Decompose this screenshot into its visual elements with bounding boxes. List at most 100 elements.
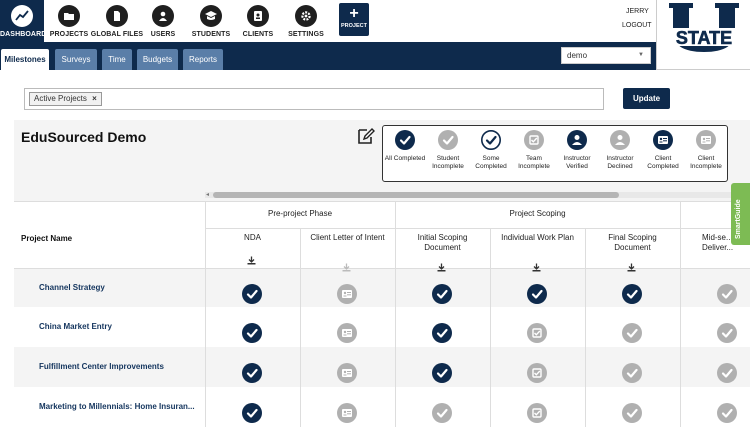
tab-time[interactable]: Time bbox=[102, 49, 132, 70]
milestone-status-complete-icon[interactable] bbox=[622, 284, 642, 304]
project-filter-input[interactable]: Active Projects × bbox=[24, 88, 604, 110]
smartguide-tab[interactable]: SmartGuide bbox=[731, 183, 750, 245]
table-divider bbox=[205, 228, 735, 229]
column-header: Individual Work Plan bbox=[501, 233, 574, 242]
milestone-status-incomplete-icon[interactable] bbox=[717, 363, 737, 383]
legend-label: Team Incomplete bbox=[518, 155, 550, 170]
download-icon[interactable] bbox=[627, 259, 636, 272]
table-divider bbox=[395, 201, 396, 427]
milestone-status-complete-icon[interactable] bbox=[527, 284, 547, 304]
table-divider bbox=[205, 201, 206, 427]
legend-complete-icon bbox=[395, 130, 415, 150]
nav-settings[interactable]: SETTINGS bbox=[277, 0, 335, 42]
folder-icon bbox=[58, 5, 80, 27]
horizontal-scrollbar-thumb[interactable] bbox=[213, 192, 619, 198]
milestone-status-complete-icon[interactable] bbox=[242, 284, 262, 304]
milestone-status-team-icon[interactable] bbox=[527, 363, 547, 383]
legend-inst-declined-icon bbox=[610, 130, 630, 150]
legend-item-inst-declined: Instructor Declined bbox=[598, 130, 642, 171]
app-root: DASHBOARD PROJECTS GLOBAL FILES USERS ST… bbox=[0, 0, 750, 427]
milestone-status-team-icon[interactable] bbox=[527, 403, 547, 423]
milestone-status-complete-icon[interactable] bbox=[242, 363, 262, 383]
legend-item-some: Some Completed bbox=[469, 130, 513, 171]
milestone-status-complete-icon[interactable] bbox=[432, 363, 452, 383]
column-header: Final Scoping Document bbox=[608, 233, 657, 252]
user-name[interactable]: JERRY bbox=[626, 8, 649, 15]
download-icon[interactable] bbox=[437, 259, 446, 272]
milestone-status-client-incomplete-icon[interactable] bbox=[337, 363, 357, 383]
legend-label: Instructor Declined bbox=[606, 155, 634, 170]
table-divider bbox=[585, 228, 586, 427]
update-button[interactable]: Update bbox=[623, 88, 670, 109]
legend-client-complete-icon bbox=[653, 130, 673, 150]
legend-label: Client Completed bbox=[647, 155, 679, 170]
milestone-status-complete-icon[interactable] bbox=[242, 323, 262, 343]
milestone-status-client-incomplete-icon[interactable] bbox=[337, 403, 357, 423]
milestone-status-incomplete-icon[interactable] bbox=[622, 403, 642, 423]
legend-item-client-incomplete: Client Incomplete bbox=[684, 130, 728, 171]
milestone-status-incomplete-icon[interactable] bbox=[432, 403, 452, 423]
project-name-link[interactable]: Fulfillment Center Improvements bbox=[39, 362, 164, 371]
tab-bar: Milestones Surveys Time Budgets Reports … bbox=[0, 42, 656, 70]
organization-select[interactable]: demo ▼ bbox=[561, 47, 651, 64]
tab-reports[interactable]: Reports bbox=[183, 49, 223, 70]
scroll-left-icon[interactable]: ◂ bbox=[206, 191, 209, 198]
legend-item-incomplete: Student Incomplete bbox=[426, 130, 470, 171]
legend-item-complete: All Completed bbox=[383, 130, 427, 163]
legend-label: Student Incomplete bbox=[432, 155, 464, 170]
chip-remove-icon[interactable]: × bbox=[92, 94, 97, 103]
filter-chip: Active Projects × bbox=[29, 92, 102, 106]
legend-incomplete-icon bbox=[438, 130, 458, 150]
badge-icon bbox=[247, 5, 269, 27]
table-divider bbox=[490, 228, 491, 427]
project-name-link[interactable]: Channel Strategy bbox=[39, 283, 105, 292]
project-name-link[interactable]: China Market Entry bbox=[39, 322, 112, 331]
milestone-status-incomplete-icon[interactable] bbox=[717, 323, 737, 343]
top-navigation: DASHBOARD PROJECTS GLOBAL FILES USERS ST… bbox=[0, 0, 656, 42]
status-legend: All Completed Student Incomplete Some Comp… bbox=[382, 125, 728, 182]
nav-dashboard[interactable]: DASHBOARD bbox=[0, 0, 47, 42]
tab-milestones[interactable]: Milestones bbox=[1, 49, 49, 70]
table-divider bbox=[14, 268, 750, 269]
project-name-header: Project Name bbox=[21, 234, 73, 243]
column-header: Client Letter of Intent bbox=[310, 233, 385, 242]
milestone-status-client-incomplete-icon[interactable] bbox=[337, 323, 357, 343]
legend-team-icon bbox=[524, 130, 544, 150]
organization-select-value: demo bbox=[567, 51, 588, 60]
milestone-status-client-incomplete-icon[interactable] bbox=[337, 284, 357, 304]
legend-label: Some Completed bbox=[475, 155, 507, 170]
download-icon[interactable] bbox=[247, 252, 256, 265]
edit-icon[interactable] bbox=[356, 126, 376, 146]
milestone-status-incomplete-icon[interactable] bbox=[622, 323, 642, 343]
legend-client-incomplete-icon bbox=[696, 130, 716, 150]
add-project-label: PROJECT bbox=[341, 23, 367, 29]
download-icon[interactable] bbox=[342, 259, 351, 272]
nav-dashboard-label: DASHBOARD bbox=[0, 31, 47, 38]
file-icon bbox=[106, 5, 128, 27]
tab-budgets[interactable]: Budgets bbox=[137, 49, 178, 70]
logout-link[interactable]: LOGOUT bbox=[622, 22, 652, 29]
graduation-cap-icon bbox=[200, 5, 222, 27]
tab-surveys[interactable]: Surveys bbox=[55, 49, 97, 70]
legend-label: Instructor Verified bbox=[563, 155, 591, 170]
legend-item-inst-verified: Instructor Verified bbox=[555, 130, 599, 171]
milestone-status-incomplete-icon[interactable] bbox=[717, 284, 737, 304]
filter-chip-label: Active Projects bbox=[34, 94, 87, 103]
milestone-status-complete-icon[interactable] bbox=[432, 284, 452, 304]
user-icon bbox=[152, 5, 174, 27]
column-header: NDA bbox=[244, 233, 261, 242]
plus-icon: + bbox=[349, 5, 359, 22]
milestone-status-complete-icon[interactable] bbox=[242, 403, 262, 423]
download-icon[interactable] bbox=[532, 259, 541, 272]
add-project-button[interactable]: + PROJECT bbox=[339, 3, 369, 36]
page-title: EduSourced Demo bbox=[21, 129, 147, 145]
logo-text: STATE bbox=[676, 28, 732, 48]
phase-project-scoping: Project Scoping bbox=[509, 209, 566, 218]
project-name-link[interactable]: Marketing to Millennials: Home Insuran..… bbox=[39, 402, 195, 411]
table-divider bbox=[680, 201, 681, 427]
milestone-status-team-icon[interactable] bbox=[527, 323, 547, 343]
milestone-status-incomplete-icon[interactable] bbox=[622, 363, 642, 383]
milestone-status-complete-icon[interactable] bbox=[432, 323, 452, 343]
milestone-status-incomplete-icon[interactable] bbox=[717, 403, 737, 423]
smartguide-label: SmartGuide bbox=[735, 199, 742, 239]
